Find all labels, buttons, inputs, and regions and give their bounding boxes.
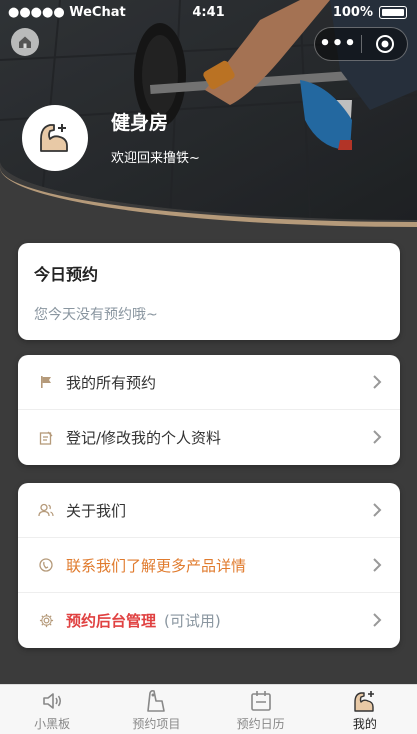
trial-note: (可试用) <box>164 612 221 630</box>
avatar <box>22 105 88 171</box>
chevron-right-icon <box>373 613 382 627</box>
menu-item-about[interactable]: 关于我们 <box>18 483 400 538</box>
menu-card-2: 关于我们 联系我们了解更多产品详情 预约后台管理 (可试用) <box>18 483 400 648</box>
gear-icon <box>38 613 54 629</box>
speaker-icon <box>43 693 62 709</box>
close-button[interactable] <box>362 34 407 54</box>
tab-blackboard[interactable]: 小黑板 <box>0 685 104 734</box>
menu-card-1: 我的所有预约 登记/修改我的个人资料 <box>18 355 400 465</box>
menu-item-label: 联系我们了解更多产品详情 <box>66 556 247 575</box>
menu-item-label: 我的所有预约 <box>66 373 157 392</box>
today-reservation-card: 今日预约 您今天没有预约哦~ <box>18 243 400 340</box>
tab-bar: 小黑板 预约项目 预约日历 我的 <box>0 684 417 734</box>
close-circle-icon <box>375 35 394 53</box>
mini-program-capsule: ••• <box>314 27 408 61</box>
tab-label: 小黑板 <box>34 717 71 731</box>
gym-name: 健身房 <box>111 112 169 134</box>
users-icon <box>38 502 54 518</box>
muscle-icon <box>354 691 374 712</box>
status-bar: ●●●●● WeChat 4:41 100% <box>0 0 417 26</box>
tab-label: 我的 <box>352 717 377 731</box>
more-button[interactable]: ••• <box>315 35 361 53</box>
tab-label: 预约日历 <box>236 717 285 731</box>
equipment-icon <box>147 689 166 712</box>
calendar-icon <box>250 691 271 711</box>
today-empty-text: 您今天没有预约哦~ <box>34 307 158 323</box>
muscle-icon <box>40 124 68 152</box>
menu-item-label: 关于我们 <box>66 501 127 520</box>
home-icon <box>19 36 31 48</box>
tab-calendar[interactable]: 预约日历 <box>209 685 313 734</box>
battery-text: 100% <box>332 5 373 20</box>
tab-mine[interactable]: 我的 <box>313 685 417 734</box>
tab-projects[interactable]: 预约项目 <box>104 685 208 734</box>
chevron-right-icon <box>373 375 382 389</box>
menu-item-admin[interactable]: 预约后台管理 (可试用) <box>18 593 400 648</box>
chevron-right-icon <box>373 558 382 572</box>
chevron-right-icon <box>373 430 382 444</box>
menu-item-profile[interactable]: 登记/修改我的个人资料 <box>18 410 400 465</box>
edit-icon <box>38 430 54 446</box>
phone-icon <box>38 557 54 573</box>
battery-icon <box>379 6 407 19</box>
battery-area: 100% <box>333 5 407 20</box>
menu-item-contact[interactable]: 联系我们了解更多产品详情 <box>18 538 400 593</box>
welcome-text: 欢迎回来撸铁~ <box>111 151 200 166</box>
tab-label: 预约项目 <box>132 717 181 731</box>
menu-item-label: 预约后台管理 <box>66 612 157 630</box>
home-button[interactable] <box>11 28 39 56</box>
menu-item-all-reservations[interactable]: 我的所有预约 <box>18 355 400 410</box>
chevron-right-icon <box>373 503 382 517</box>
today-title: 今日预约 <box>34 265 99 284</box>
flag-icon <box>38 374 54 390</box>
menu-item-label: 登记/修改我的个人资料 <box>66 429 222 447</box>
